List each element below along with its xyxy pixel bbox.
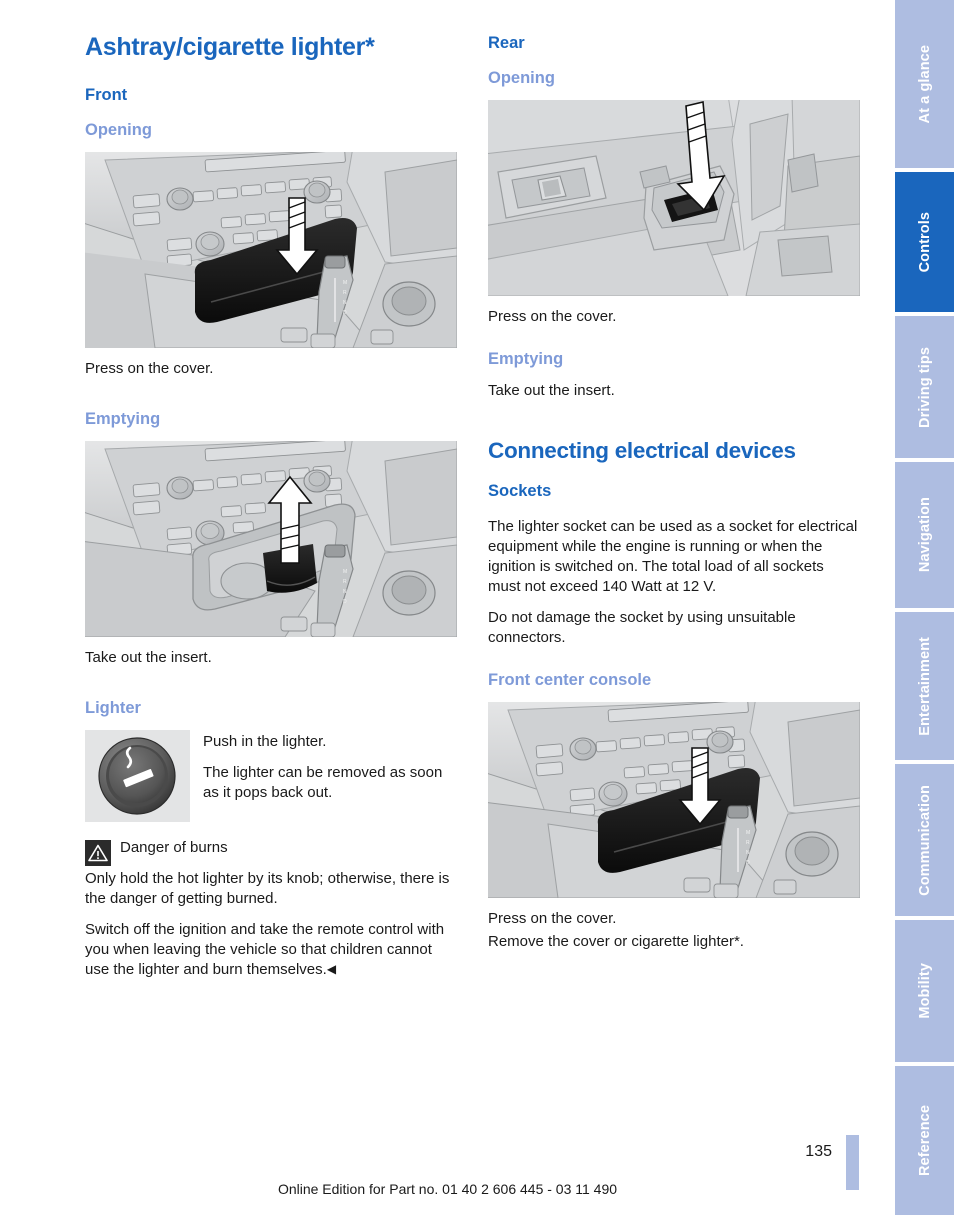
- warning-followup: Switch off the ignition and take the rem…: [85, 920, 457, 980]
- page-title: Ashtray/cigarette lighter*: [85, 33, 375, 61]
- sidebar-tab-driving-tips[interactable]: Driving tips: [895, 316, 954, 458]
- sidebar-tab-label: Navigation: [916, 497, 933, 573]
- caption-front-emptying: Take out the insert.: [85, 648, 212, 666]
- page-footer: 135 Online Edition for Part no. 01 40 2 …: [0, 1125, 954, 1215]
- heading-rear-opening: Opening: [488, 69, 555, 88]
- svg-text:R: R: [343, 579, 347, 585]
- figure-front-center-console: MRND: [488, 701, 860, 898]
- svg-text:D: D: [343, 599, 347, 605]
- heading-sockets: Sockets: [488, 482, 552, 501]
- lighter-remove-text: The lighter can be removed as soon as it…: [203, 763, 443, 801]
- svg-text:M: M: [343, 569, 347, 575]
- sidebar-tab-navigation[interactable]: Navigation: [895, 462, 954, 608]
- warning-title: Danger of burns: [120, 838, 228, 856]
- left-column: Ashtray/cigarette lighter* Front Opening: [85, 33, 457, 991]
- figure-front-emptying: MRND: [85, 440, 457, 637]
- svg-text:D: D: [343, 310, 347, 316]
- svg-text:N: N: [343, 589, 347, 595]
- rear-door-ashtray-illustration: [488, 100, 860, 297]
- edition-line: Online Edition for Part no. 01 40 2 606 …: [277, 1181, 618, 1197]
- svg-text:M: M: [746, 830, 750, 836]
- heading-lighter: Lighter: [85, 698, 141, 717]
- page-columns: Ashtray/cigarette lighter* Front Opening: [85, 33, 860, 1114]
- svg-text:M: M: [343, 280, 347, 286]
- sidebar-tab-label: Driving tips: [916, 346, 933, 428]
- warning-followup-text: Switch off the ignition and take the rem…: [85, 920, 445, 978]
- heading-front-center-console: Front center console: [488, 670, 652, 689]
- sidebar-tab-label: Entertainment: [916, 636, 933, 736]
- figure-front-opening: MR ND: [85, 151, 457, 348]
- sidebar-tab-label: Communication: [916, 784, 933, 896]
- section-title-connecting-devices: Connecting electrical devices: [488, 438, 796, 464]
- lighter-info-row: Push in the lighter. The lighter can be …: [85, 729, 457, 822]
- heading-front: Front: [85, 85, 128, 104]
- cigarette-lighter-icon: [85, 729, 190, 822]
- caption-console-2: Remove the cover or cigarette lighter*.: [488, 932, 744, 950]
- heading-front-opening: Opening: [85, 120, 152, 139]
- front-console-press-illustration: MR ND: [85, 151, 457, 348]
- warning-triangle-icon: [85, 839, 111, 866]
- front-console-socket-cover-illustration: MRND: [488, 701, 860, 898]
- sidebar-tab-controls[interactable]: Controls: [895, 172, 954, 312]
- cigarette-lighter-knob-graphic: [85, 729, 190, 822]
- svg-text:N: N: [746, 850, 750, 856]
- sidebar-tab-communication[interactable]: Communication: [895, 764, 954, 916]
- warning-block: Danger of burns Only hold the hot lighte…: [85, 838, 457, 980]
- warning-text: Only hold the hot lighter by its knob; o…: [85, 869, 450, 907]
- sidebar-tab-label: Controls: [916, 211, 933, 273]
- manual-page: Ashtray/cigarette lighter* Front Opening: [0, 0, 954, 1215]
- sockets-paragraph-2: Do not damage the socket by using unsuit…: [488, 608, 796, 646]
- svg-text:R: R: [343, 290, 347, 296]
- end-marker: ◀: [326, 961, 337, 976]
- svg-text:D: D: [746, 860, 750, 866]
- front-console-insert-removal-illustration: MRND: [85, 440, 457, 637]
- caption-rear-emptying: Take out the insert.: [488, 382, 615, 400]
- sidebar-tab-entertainment[interactable]: Entertainment: [895, 612, 954, 760]
- sidebar-tab-mobility[interactable]: Mobility: [895, 920, 954, 1062]
- lighter-push-text: Push in the lighter.: [203, 732, 327, 750]
- caption-console-1: Press on the cover.: [488, 909, 617, 927]
- heading-rear: Rear: [488, 34, 525, 52]
- caption-front-opening: Press on the cover.: [85, 359, 214, 377]
- sockets-paragraph-1: The lighter socket can be used as a sock…: [488, 518, 858, 595]
- heading-front-emptying: Emptying: [85, 409, 161, 428]
- caption-rear-opening: Press on the cover.: [488, 308, 617, 326]
- figure-rear-opening: [488, 100, 860, 297]
- sidebar-tab-label: At a glance: [916, 44, 933, 124]
- page-number: 135: [805, 1143, 832, 1160]
- heading-rear-emptying: Emptying: [488, 350, 564, 369]
- warning-triangle-glyph: [88, 844, 108, 862]
- lighter-instructions: Push in the lighter. The lighter can be …: [203, 730, 457, 814]
- svg-text:R: R: [746, 840, 750, 846]
- sidebar-tab-at-a-glance[interactable]: At a glance: [895, 0, 954, 168]
- sidebar-tab-label: Mobility: [916, 963, 933, 1019]
- right-column: Rear Opening Press on the cover. Emptyin…: [488, 34, 860, 963]
- section-tab-bar: At a glance Controls Driving tips Naviga…: [895, 0, 954, 1215]
- svg-text:N: N: [343, 300, 347, 306]
